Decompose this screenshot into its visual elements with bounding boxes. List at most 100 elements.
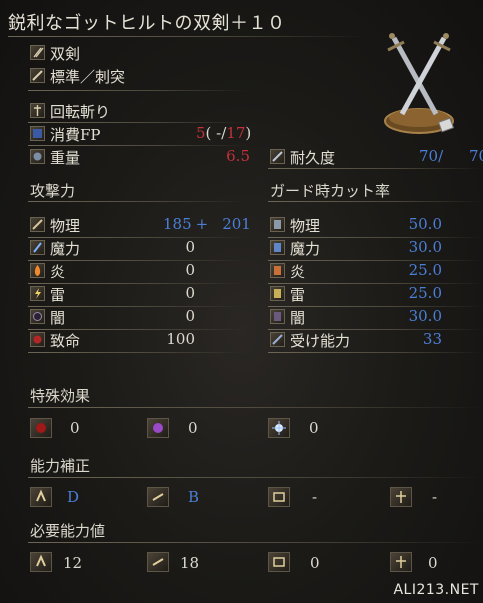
weight-icon xyxy=(30,149,45,164)
dark-icon xyxy=(30,309,45,324)
attack-label: 炎 xyxy=(50,263,66,281)
guard-value: 25.0 xyxy=(408,284,442,302)
guard-label: 魔力 xyxy=(290,240,321,258)
divider xyxy=(28,477,483,478)
durability-current: 70/ xyxy=(419,147,444,165)
guard-label: 物理 xyxy=(290,217,321,235)
attack-type-icon xyxy=(30,68,45,83)
durability-max: 70 xyxy=(469,147,483,165)
attack-type-label: 標準／刺突 xyxy=(50,68,126,86)
intelligence-icon xyxy=(268,487,290,507)
attack-value: 0 xyxy=(185,238,195,256)
poison-value: 0 xyxy=(188,419,198,437)
dexterity-requirement: 18 xyxy=(180,554,200,572)
attack-value: 0 xyxy=(185,284,195,302)
weapon-status-screen: 鋭利なゴットヒルトの双剣＋１０ 双剣 標準／刺突 回転斬り 消費FP 5( -/… xyxy=(0,0,483,603)
fp-icon xyxy=(30,126,45,141)
bleed-value: 0 xyxy=(70,419,80,437)
scaling-header: 能力補正 xyxy=(30,457,91,475)
guard-label: 受け能力 xyxy=(290,332,351,350)
weapon-type-icon xyxy=(30,45,45,60)
intelligence-scaling: - xyxy=(312,488,318,506)
attack-plus: + xyxy=(195,215,209,233)
attack-label: 闇 xyxy=(50,309,66,327)
fp-paren-close: ) xyxy=(245,124,252,142)
fire-icon xyxy=(30,263,45,278)
attack-value: 185 +201 xyxy=(163,215,251,233)
critical-icon xyxy=(30,332,45,347)
watermark: ALI213.NET xyxy=(393,582,479,598)
attack-value-base: 185 xyxy=(163,215,192,233)
guard-value: 33 xyxy=(422,330,442,348)
magic-icon xyxy=(30,240,45,255)
physical-guard-icon xyxy=(270,217,285,232)
lightning-guard-icon xyxy=(270,286,285,301)
special-effects-header: 特殊効果 xyxy=(30,387,91,405)
durability-label: 耐久度 xyxy=(290,149,336,167)
guard-header: ガード時カット率 xyxy=(270,182,391,200)
lightning-icon xyxy=(30,286,45,301)
attack-label: 雷 xyxy=(50,286,66,304)
poison-icon xyxy=(147,418,169,438)
dark-guard-icon xyxy=(270,309,285,324)
attack-value: 0 xyxy=(185,307,195,325)
guard-label: 雷 xyxy=(290,286,306,304)
bleed-icon xyxy=(30,418,52,438)
divider xyxy=(28,352,248,353)
faith-requirement: 0 xyxy=(428,554,438,572)
dexterity-scaling: B xyxy=(188,488,200,506)
frost-icon xyxy=(268,418,290,438)
dexterity-icon xyxy=(147,552,169,572)
attack-power-header: 攻撃力 xyxy=(30,182,76,200)
fp-label: 消費FP xyxy=(50,126,101,144)
weight-label: 重量 xyxy=(50,149,81,167)
skill-icon xyxy=(30,103,45,118)
weapon-type-label: 双剣 xyxy=(50,45,81,63)
intelligence-requirement: 0 xyxy=(310,554,320,572)
divider xyxy=(28,145,248,146)
faith-scaling: - xyxy=(432,488,438,506)
attack-label: 致命 xyxy=(50,332,81,350)
title-divider xyxy=(8,36,368,37)
fp-cost-max: 17 xyxy=(226,124,246,142)
divider xyxy=(28,201,248,202)
divider xyxy=(268,352,483,353)
strength-icon xyxy=(30,552,52,572)
guard-value: 50.0 xyxy=(408,215,442,233)
requirements-header: 必要能力値 xyxy=(30,522,106,540)
stability-icon xyxy=(270,332,285,347)
faith-icon xyxy=(390,487,412,507)
fp-value: 5( -/17) xyxy=(196,124,251,142)
strength-icon xyxy=(30,487,52,507)
strength-scaling: D xyxy=(67,488,80,506)
durability-icon xyxy=(270,149,285,164)
weapon-image xyxy=(378,28,460,140)
attack-value: 100 xyxy=(166,330,195,348)
guard-value: 30.0 xyxy=(408,238,442,256)
strength-requirement: 12 xyxy=(63,554,83,572)
intelligence-icon xyxy=(268,552,290,572)
weight-value: 6.5 xyxy=(226,147,250,165)
attack-bonus: 201 xyxy=(222,215,251,233)
divider xyxy=(268,168,483,169)
divider xyxy=(28,90,248,91)
fp-dash: -/ xyxy=(211,124,227,142)
fire-guard-icon xyxy=(270,263,285,278)
dexterity-icon xyxy=(147,487,169,507)
guard-value: 30.0 xyxy=(408,307,442,325)
guard-label: 炎 xyxy=(290,263,306,281)
divider xyxy=(28,122,248,123)
frost-value: 0 xyxy=(309,419,319,437)
guard-value: 25.0 xyxy=(408,261,442,279)
weapon-name-title: 鋭利なゴットヒルトの双剣＋１０ xyxy=(8,13,286,34)
faith-icon xyxy=(390,552,412,572)
guard-label: 闇 xyxy=(290,309,306,327)
divider xyxy=(268,201,483,202)
sword-icon xyxy=(30,217,45,232)
divider xyxy=(28,542,483,543)
attack-label: 物理 xyxy=(50,217,81,235)
skill-name: 回転斬り xyxy=(50,103,111,121)
divider xyxy=(28,407,483,408)
attack-value: 0 xyxy=(185,261,195,279)
magic-guard-icon xyxy=(270,240,285,255)
